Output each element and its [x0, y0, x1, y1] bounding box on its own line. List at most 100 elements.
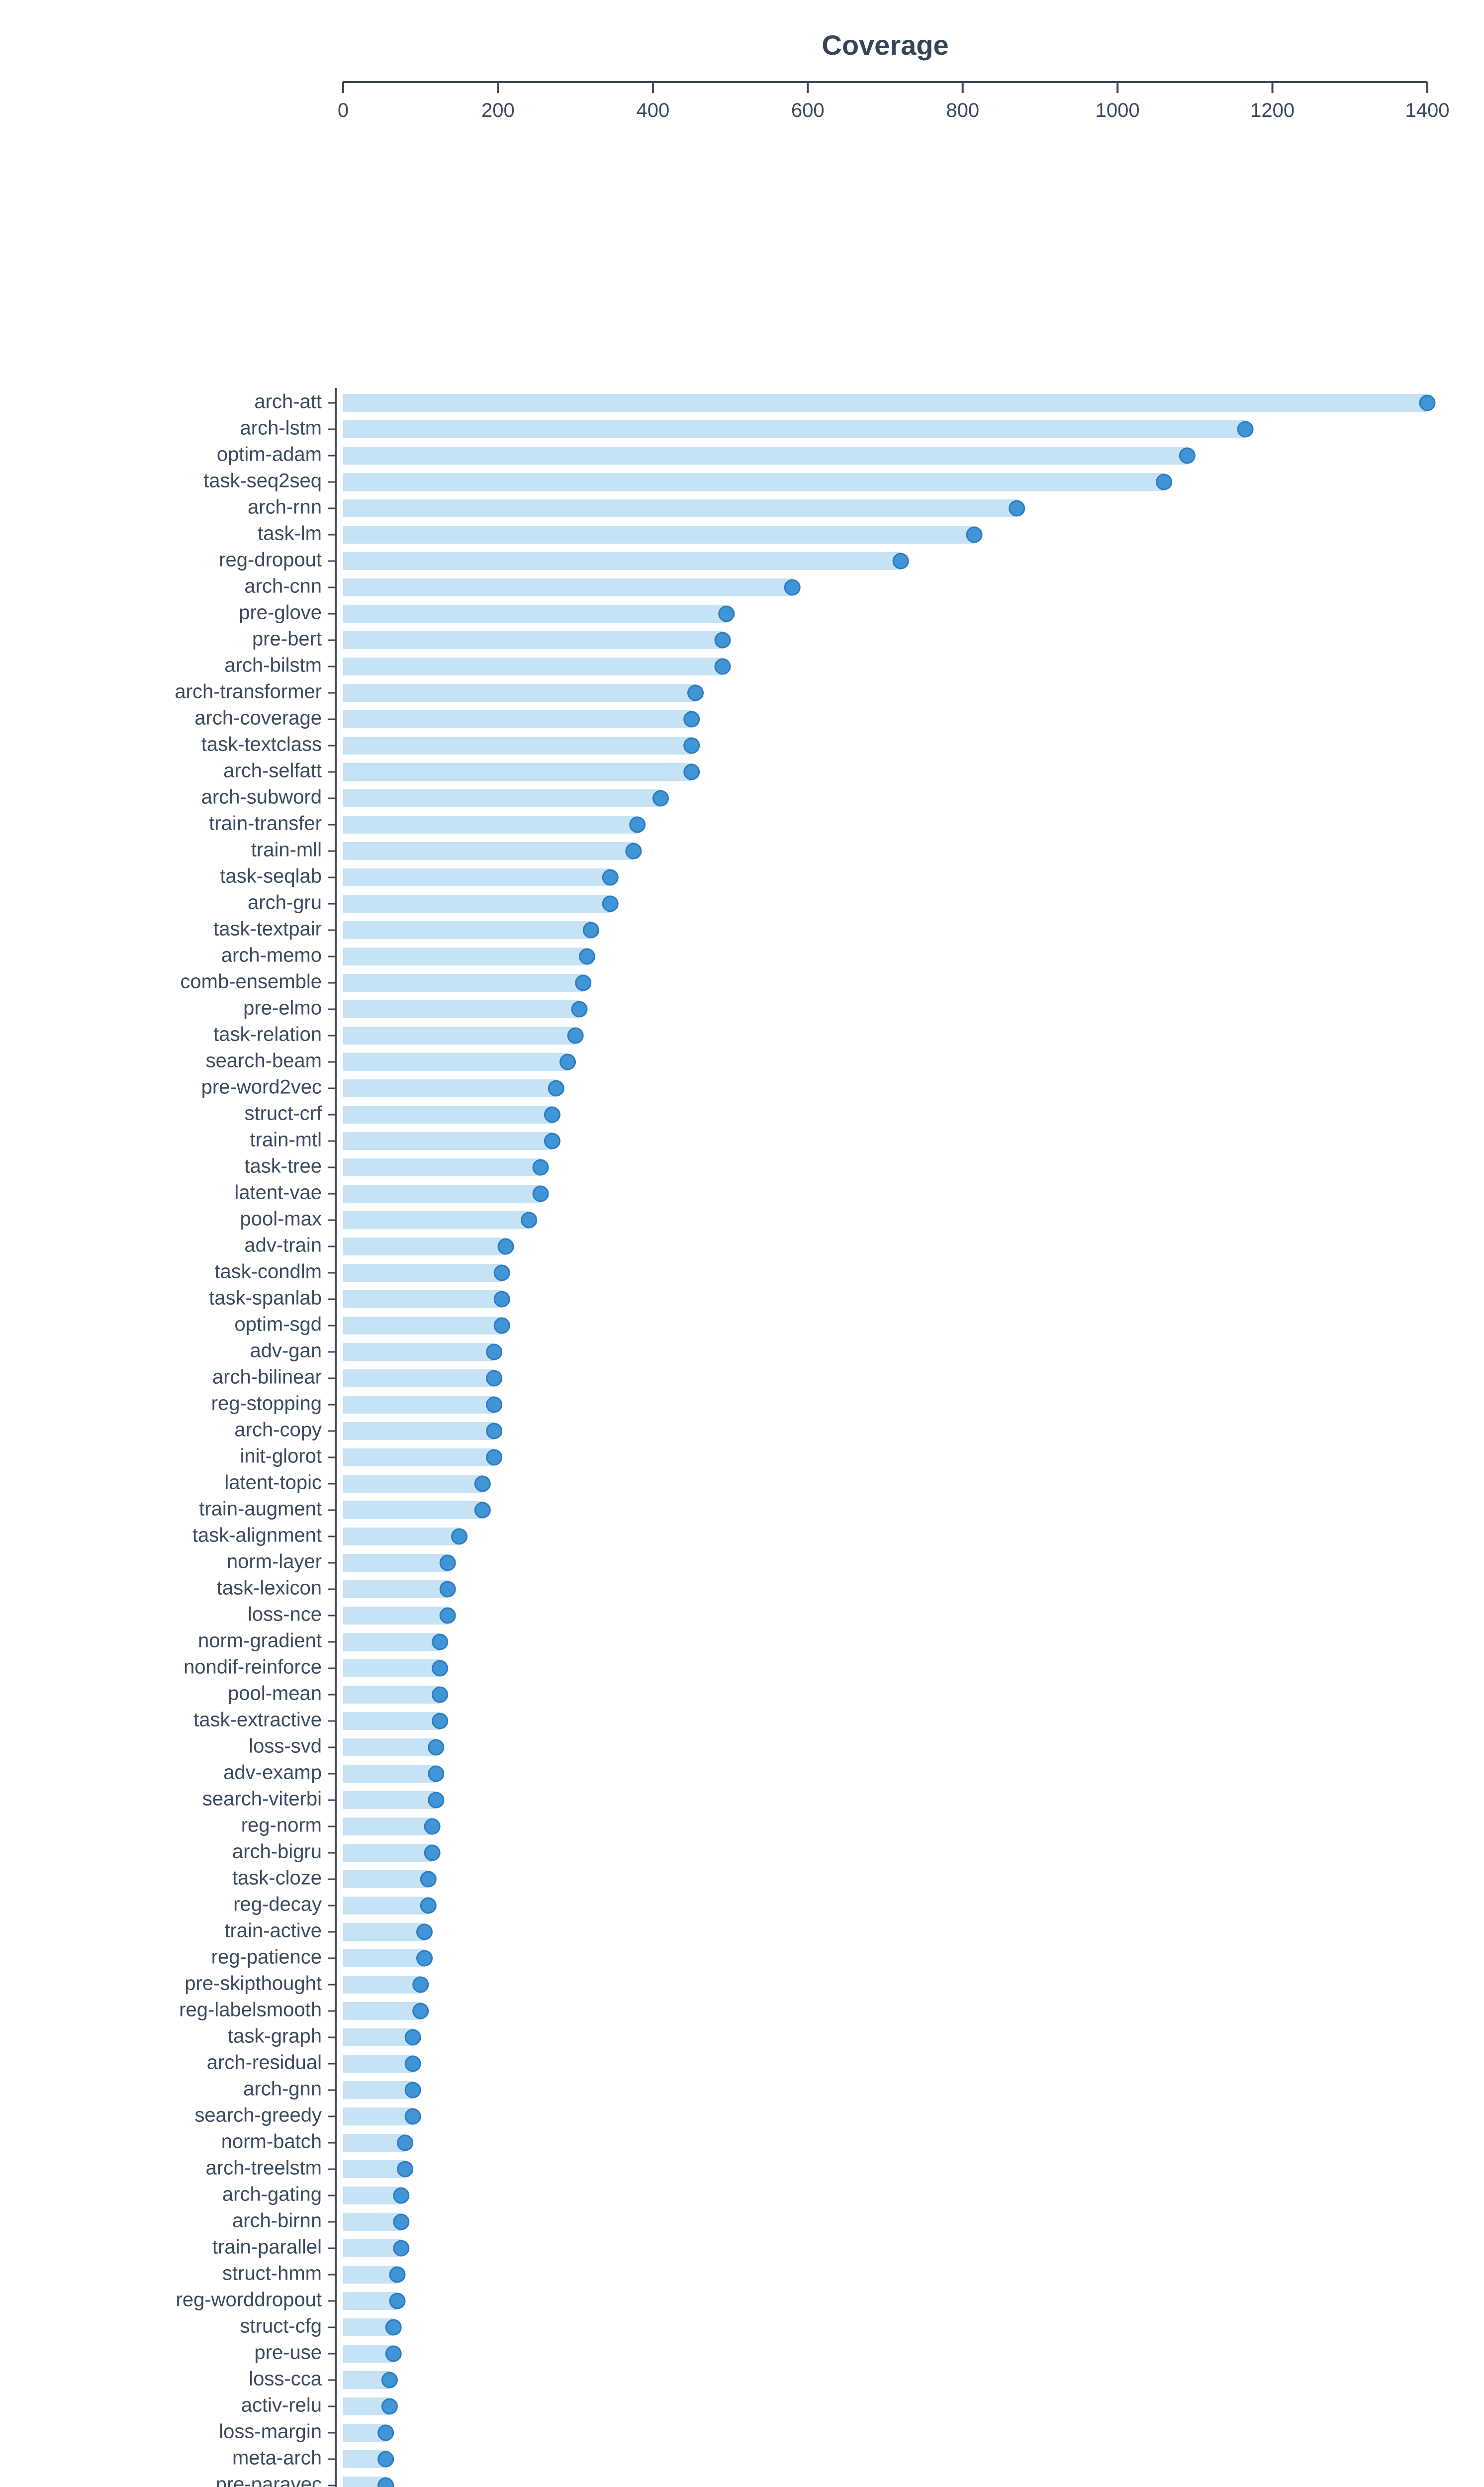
- bar-marker: [440, 1582, 455, 1597]
- bar-marker: [1180, 448, 1195, 463]
- bar: [343, 2107, 413, 2125]
- bar-marker: [421, 1872, 436, 1887]
- y-tick-label: arch-rnn: [248, 496, 322, 518]
- bar-marker: [433, 1634, 448, 1649]
- bar: [343, 948, 587, 965]
- bar: [343, 1738, 436, 1756]
- y-tick-label: arch-gnn: [243, 2078, 322, 2100]
- y-tick-label: search-viterbi: [202, 1788, 322, 1810]
- bar: [343, 2213, 401, 2231]
- bar: [343, 1000, 579, 1018]
- bar-marker: [549, 1081, 563, 1096]
- bar-marker: [452, 1529, 467, 1544]
- x-tick-label: 400: [636, 99, 669, 121]
- bar-marker: [386, 2346, 401, 2361]
- bar: [343, 2081, 413, 2099]
- y-tick-label: train-mtl: [250, 1129, 322, 1151]
- bar: [343, 1659, 440, 1677]
- y-tick-label: init-glorot: [240, 1445, 322, 1467]
- bar-marker: [688, 685, 703, 700]
- y-tick-label: loss-cca: [249, 2368, 322, 2390]
- bar: [343, 1712, 440, 1730]
- bar: [343, 1976, 421, 1994]
- y-tick-label: pre-paravec: [216, 2474, 322, 2487]
- bar: [343, 1238, 506, 1255]
- bar: [343, 1686, 440, 1704]
- y-tick-label: arch-bigru: [232, 1841, 322, 1863]
- y-tick-label: arch-birnn: [232, 2210, 322, 2232]
- bar: [343, 737, 692, 755]
- bar: [343, 1053, 568, 1071]
- y-tick-label: reg-labelsmooth: [179, 1999, 322, 2021]
- y-tick-label: loss-svd: [249, 1735, 322, 1757]
- bar-marker: [533, 1160, 548, 1175]
- bar-marker: [494, 1265, 509, 1280]
- bar: [343, 1897, 428, 1914]
- y-tick-label: task-seqlab: [220, 865, 322, 887]
- y-tick-label: arch-gating: [222, 2184, 322, 2205]
- bar-marker: [398, 2135, 413, 2150]
- y-tick-label: pre-use: [254, 2342, 322, 2364]
- bar: [343, 420, 1245, 438]
- bar-marker: [390, 2267, 405, 2282]
- y-tick-label: pool-max: [240, 1208, 322, 1230]
- bar-marker: [487, 1371, 502, 1386]
- bar: [343, 2239, 401, 2257]
- y-tick-label: reg-worddropout: [176, 2289, 322, 2311]
- bar-marker: [417, 1951, 432, 1966]
- bar: [343, 1343, 494, 1361]
- y-tick-label: struct-crf: [244, 1103, 322, 1125]
- bar: [343, 1106, 552, 1124]
- bar: [343, 394, 1427, 412]
- y-tick-label: task-spanlab: [209, 1287, 322, 1309]
- bar-marker: [433, 1661, 448, 1676]
- y-tick-label: nondif-reinforce: [184, 1656, 322, 1678]
- bar: [343, 1501, 482, 1519]
- bar: [343, 1580, 448, 1598]
- bar-marker: [405, 2083, 420, 2098]
- bar: [343, 1817, 432, 1835]
- bar-marker: [475, 1476, 490, 1491]
- y-tick-label: comb-ensemble: [180, 971, 322, 993]
- bar-marker: [386, 2320, 401, 2335]
- bar-marker: [533, 1186, 548, 1201]
- bar-marker: [630, 817, 645, 832]
- bar: [343, 605, 727, 623]
- y-tick-label: task-lexicon: [217, 1577, 322, 1599]
- bar-marker: [487, 1397, 502, 1412]
- bar-marker: [487, 1450, 502, 1465]
- bar-marker: [893, 554, 908, 569]
- bar: [343, 710, 692, 728]
- bar-marker: [603, 870, 618, 885]
- x-tick-label: 200: [481, 99, 515, 121]
- bar-marker: [378, 2452, 393, 2467]
- bar: [343, 974, 583, 992]
- bar: [343, 842, 634, 860]
- bar: [343, 1317, 502, 1335]
- bar: [343, 1528, 460, 1545]
- y-tick-label: arch-cnn: [244, 575, 322, 597]
- y-tick-label: reg-stopping: [211, 1393, 322, 1415]
- bar: [343, 921, 591, 939]
- y-tick-label: arch-bilinear: [212, 1366, 322, 1388]
- bar-marker: [378, 2478, 393, 2487]
- bar-marker: [440, 1555, 455, 1570]
- bar: [343, 2028, 413, 2046]
- bar: [343, 1870, 428, 1888]
- bar: [343, 1475, 482, 1493]
- y-tick-label: arch-memo: [221, 945, 322, 966]
- bar: [343, 1079, 556, 1097]
- bar: [343, 1158, 541, 1176]
- y-tick-label: search-beam: [206, 1050, 322, 1072]
- lollipop-chart: Coverage0200400600800100012001400arch-at…: [0, 0, 1484, 2487]
- bar: [343, 816, 638, 834]
- bar-marker: [405, 2109, 420, 2124]
- bar-marker: [603, 896, 618, 911]
- bar-marker: [413, 2004, 428, 2018]
- bar: [343, 789, 660, 807]
- bar-marker: [398, 2162, 413, 2177]
- y-tick-label: task-textpair: [213, 918, 322, 940]
- bar-marker: [684, 765, 699, 779]
- bar: [343, 2002, 421, 2020]
- bar: [343, 1765, 436, 1783]
